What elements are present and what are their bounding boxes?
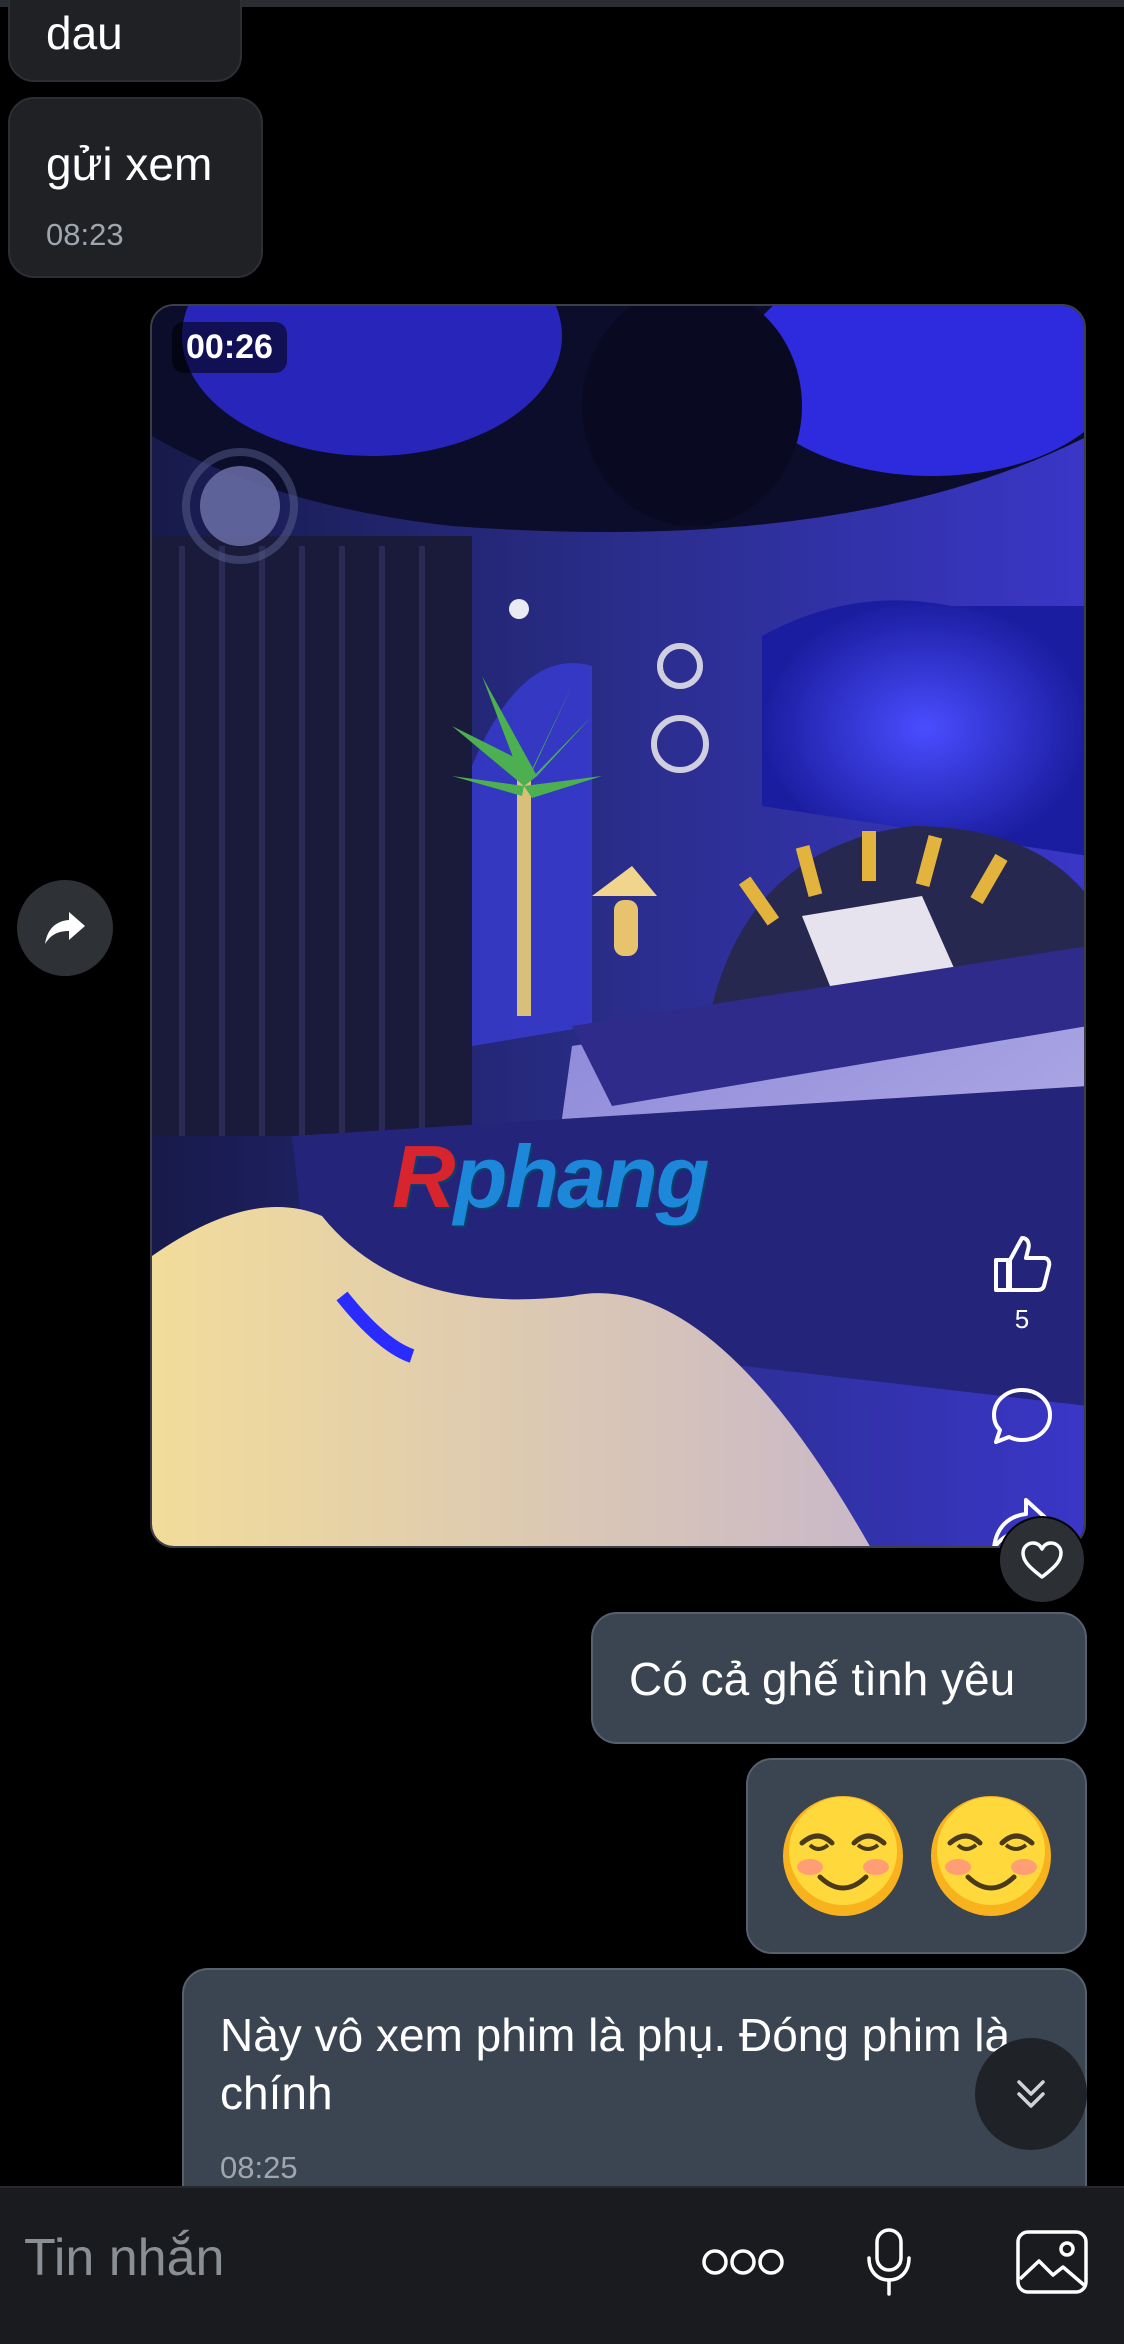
voice-record-button[interactable] [856, 2220, 922, 2304]
message-text: Có cả ghế tình yêu [629, 1653, 1016, 1705]
smiling-face-icon [930, 1796, 1051, 1916]
message-timestamp: 08:23 [46, 217, 124, 252]
scroll-to-bottom-button[interactable] [975, 2038, 1087, 2150]
image-gallery-icon [1016, 2230, 1088, 2294]
forward-share-icon [45, 912, 85, 944]
video-duration: 00:26 [172, 322, 287, 373]
incoming-message-bubble[interactable]: dau [8, 0, 242, 82]
watermark-text: phang [453, 1127, 710, 1226]
message-text: Này vô xem phim là phụ. Đóng phim là chí… [220, 2009, 1011, 2119]
chevron-double-down-icon [1017, 2080, 1045, 2108]
like-control[interactable]: 5 [990, 1232, 1054, 1335]
smiling-face-icon [782, 1796, 903, 1916]
send-image-button[interactable] [1010, 2224, 1094, 2300]
outgoing-message-bubble[interactable]: Có cả ghế tình yêu [591, 1612, 1087, 1744]
outgoing-emoji-bubble[interactable] [746, 1758, 1087, 1954]
microphone-icon [867, 2228, 911, 2296]
react-heart-button[interactable] [998, 1516, 1086, 1604]
video-thumbnail [152, 306, 1084, 1546]
video-watermark: Rphang [392, 1126, 710, 1228]
heart-icon [1021, 1541, 1063, 1579]
message-input-bar: Tin nhắn [0, 2186, 1124, 2344]
like-count: 5 [1014, 1304, 1030, 1334]
comment-control[interactable] [990, 1384, 1054, 1448]
message-text: dau [46, 7, 123, 59]
incoming-message-bubble[interactable]: gửi xem 08:23 [8, 97, 263, 278]
watermark-first-letter: R [392, 1127, 456, 1226]
thumbs-up-icon [994, 1236, 1052, 1292]
forward-button[interactable] [17, 880, 113, 976]
more-options-button[interactable] [700, 2232, 786, 2292]
more-dots-icon [702, 2249, 784, 2275]
message-text: gửi xem [46, 138, 213, 190]
comment-icon [992, 1388, 1052, 1444]
message-input[interactable]: Tin nhắn [24, 2228, 224, 2288]
message-timestamp: 08:25 [220, 2150, 298, 2185]
video-message[interactable]: 00:26 Rphang 5 [150, 304, 1086, 1548]
